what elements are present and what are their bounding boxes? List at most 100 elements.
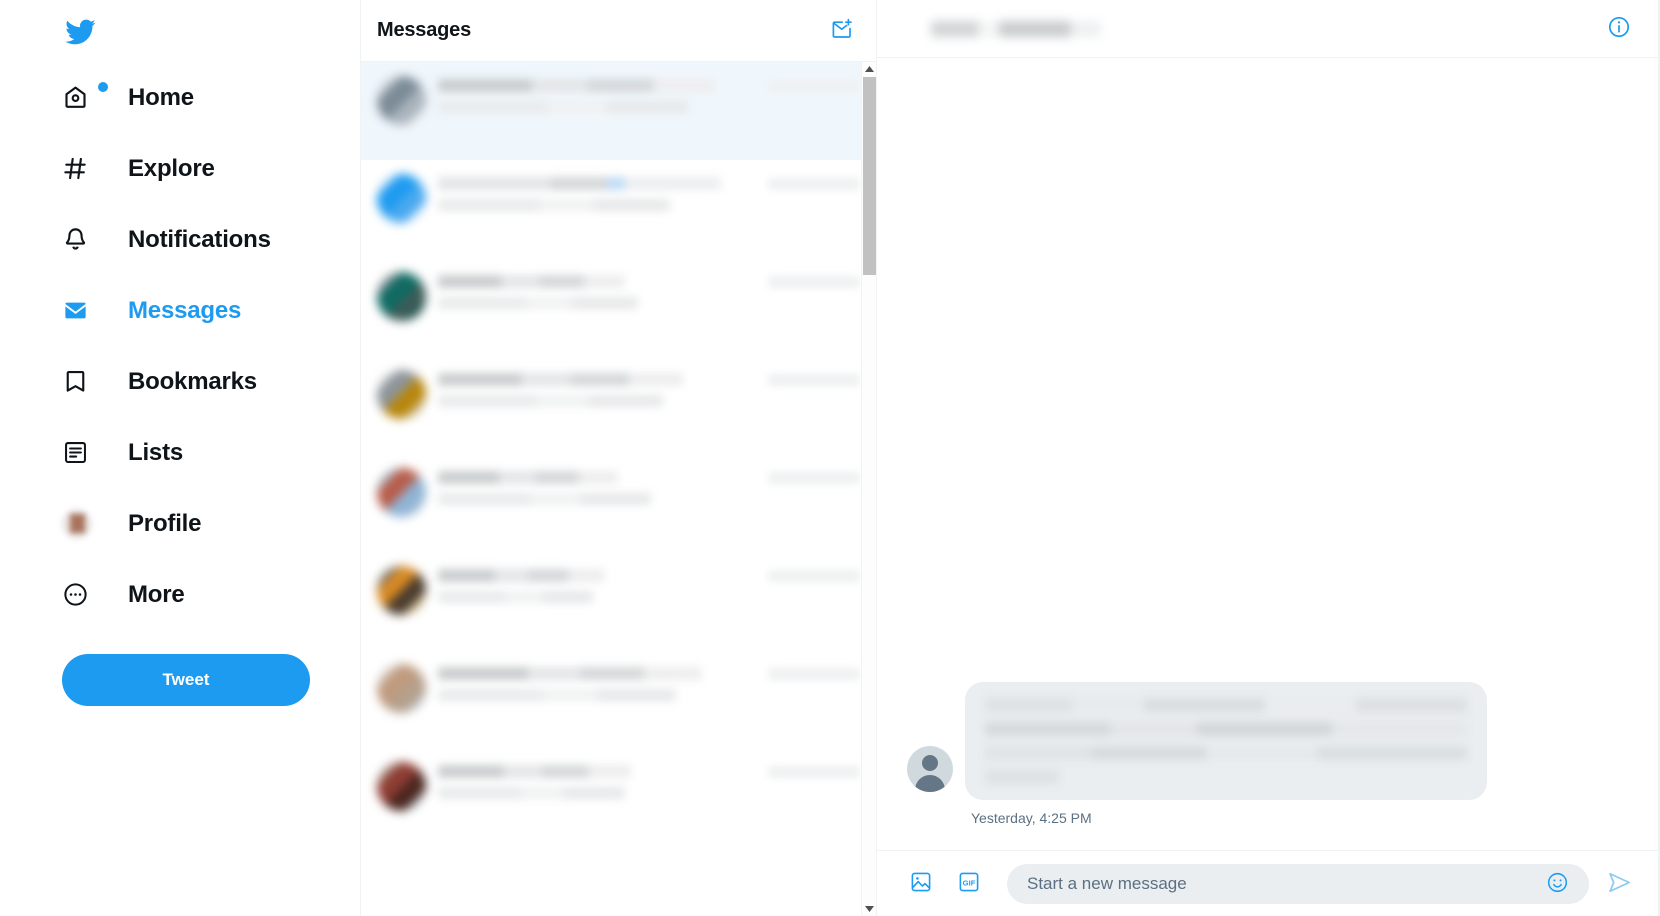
conversation-title-redacted bbox=[931, 20, 1101, 37]
sidebar-item-notifications[interactable]: Notifications bbox=[62, 204, 330, 275]
conversation-list[interactable] bbox=[361, 62, 876, 916]
sidebar-item-profile[interactable]: Profile bbox=[62, 488, 330, 559]
tweet-button[interactable]: Tweet bbox=[62, 654, 310, 706]
conversation-timestamp-redacted bbox=[768, 276, 860, 288]
image-upload-icon bbox=[909, 870, 933, 897]
conversation-preview-redacted bbox=[438, 101, 690, 113]
sidebar-item-messages[interactable]: Messages bbox=[62, 275, 330, 346]
conversation-text bbox=[438, 762, 760, 808]
conversation-avatar bbox=[377, 762, 426, 811]
conversation-info-button[interactable] bbox=[1601, 11, 1637, 47]
conversation-list-item[interactable] bbox=[361, 160, 876, 258]
avatar-head-shape bbox=[922, 755, 938, 771]
conversation-preview-redacted bbox=[438, 787, 625, 799]
conversation-timestamp-redacted bbox=[768, 178, 860, 190]
home-notification-dot bbox=[98, 82, 108, 92]
conversation-timestamp-redacted bbox=[768, 472, 860, 484]
sidebar-item-bookmarks[interactable]: Bookmarks bbox=[62, 346, 330, 417]
compose-message-button[interactable] bbox=[824, 13, 860, 49]
conversation-preview-redacted bbox=[438, 493, 651, 505]
send-message-button[interactable] bbox=[1601, 866, 1637, 902]
conversation-list-item[interactable] bbox=[361, 650, 876, 748]
conversation-list-item[interactable] bbox=[361, 62, 876, 160]
bookmark-icon bbox=[62, 368, 112, 395]
conversation-list-item[interactable] bbox=[361, 552, 876, 650]
message-text-redacted bbox=[985, 722, 1467, 736]
conversation-avatar bbox=[377, 468, 426, 517]
message-row: Yesterday, 4:25 PM bbox=[907, 682, 1619, 826]
sidebar-item-more[interactable]: More bbox=[62, 559, 330, 630]
conversation-list-scrollbar[interactable] bbox=[861, 62, 876, 916]
message-timestamp: Yesterday, 4:25 PM bbox=[971, 810, 1092, 826]
profile-avatar-icon bbox=[62, 508, 112, 539]
conversation-list-item[interactable] bbox=[361, 454, 876, 552]
message-list-title: Messages bbox=[377, 19, 472, 41]
default-person-avatar bbox=[907, 746, 953, 792]
info-circle-icon bbox=[1607, 15, 1631, 42]
home-icon bbox=[62, 82, 112, 111]
avatar bbox=[62, 508, 92, 539]
conversation-name-redacted bbox=[438, 373, 683, 386]
scroll-down-arrow-icon[interactable] bbox=[862, 901, 877, 916]
sidebar-label-lists: Lists bbox=[128, 438, 184, 466]
attach-gif-button[interactable]: GIF bbox=[951, 866, 987, 902]
message-text-redacted bbox=[985, 746, 1467, 760]
emoji-smiley-icon bbox=[1546, 871, 1569, 897]
twitter-bird-icon bbox=[65, 19, 96, 45]
conversation-name-redacted bbox=[438, 471, 619, 484]
conversation-list-item[interactable] bbox=[361, 748, 876, 846]
attach-image-button[interactable] bbox=[903, 866, 939, 902]
hashtag-icon bbox=[62, 155, 112, 182]
conversation-name-redacted bbox=[438, 79, 715, 92]
scrollbar-track[interactable] bbox=[862, 77, 877, 901]
conversation-avatar bbox=[377, 272, 426, 321]
conversation-timestamp-redacted bbox=[768, 374, 860, 386]
conversation-name-redacted bbox=[438, 569, 606, 582]
conversation-preview-redacted bbox=[438, 395, 664, 407]
sidebar-label-profile: Profile bbox=[128, 509, 202, 537]
twitter-messages-app: Home Explore Notifications Messages Book… bbox=[0, 0, 1660, 916]
conversation-preview-redacted bbox=[438, 591, 593, 603]
sidebar-item-lists[interactable]: Lists bbox=[62, 417, 330, 488]
sidebar-label-more: More bbox=[128, 580, 185, 608]
conversation-list-item[interactable] bbox=[361, 356, 876, 454]
message-input[interactable] bbox=[1027, 873, 1539, 894]
scrollbar-thumb[interactable] bbox=[863, 77, 876, 275]
envelope-icon bbox=[62, 297, 112, 324]
emoji-picker-button[interactable] bbox=[1539, 866, 1575, 902]
conversation-list-item[interactable] bbox=[361, 258, 876, 356]
gif-icon: GIF bbox=[957, 870, 981, 897]
conversation-timestamp-redacted bbox=[768, 570, 860, 582]
conversation-avatar bbox=[377, 370, 426, 419]
conversation-preview-redacted bbox=[438, 297, 638, 309]
conversation-header bbox=[877, 0, 1659, 58]
conversation-name-redacted bbox=[438, 765, 632, 778]
conversation-text bbox=[438, 174, 760, 220]
message-bubble[interactable] bbox=[965, 682, 1487, 800]
compose-message-icon bbox=[830, 17, 854, 44]
conversation-timestamp-redacted bbox=[768, 80, 860, 92]
message-thread: Yesterday, 4:25 PM bbox=[877, 58, 1659, 850]
svg-text:GIF: GIF bbox=[963, 878, 976, 887]
message-text-redacted bbox=[985, 770, 1059, 784]
message-input-container[interactable] bbox=[1007, 863, 1589, 904]
send-arrow-icon bbox=[1607, 870, 1632, 898]
sidebar-item-explore[interactable]: Explore bbox=[62, 133, 330, 204]
conversation-avatar bbox=[377, 664, 426, 713]
sidebar-label-notifications: Notifications bbox=[128, 225, 271, 253]
conversation-avatar bbox=[377, 174, 426, 223]
sidebar-label-explore: Explore bbox=[128, 154, 215, 182]
conversation-preview-redacted bbox=[438, 199, 670, 211]
message-list-pane: Messages bbox=[360, 0, 877, 916]
conversation-preview-redacted bbox=[438, 689, 677, 701]
conversation-text bbox=[438, 272, 760, 318]
conversation-timestamp-redacted bbox=[768, 766, 860, 778]
scroll-up-arrow-icon[interactable] bbox=[862, 62, 877, 77]
conversation-avatar bbox=[377, 566, 426, 615]
conversation-name-redacted bbox=[438, 177, 722, 190]
conversation-pane: Yesterday, 4:25 PM GIF bbox=[877, 0, 1660, 916]
pane-right-edge bbox=[1658, 0, 1659, 916]
sidebar-item-home[interactable]: Home bbox=[62, 62, 330, 133]
twitter-logo[interactable] bbox=[62, 4, 118, 60]
message-list-header: Messages bbox=[361, 0, 876, 62]
